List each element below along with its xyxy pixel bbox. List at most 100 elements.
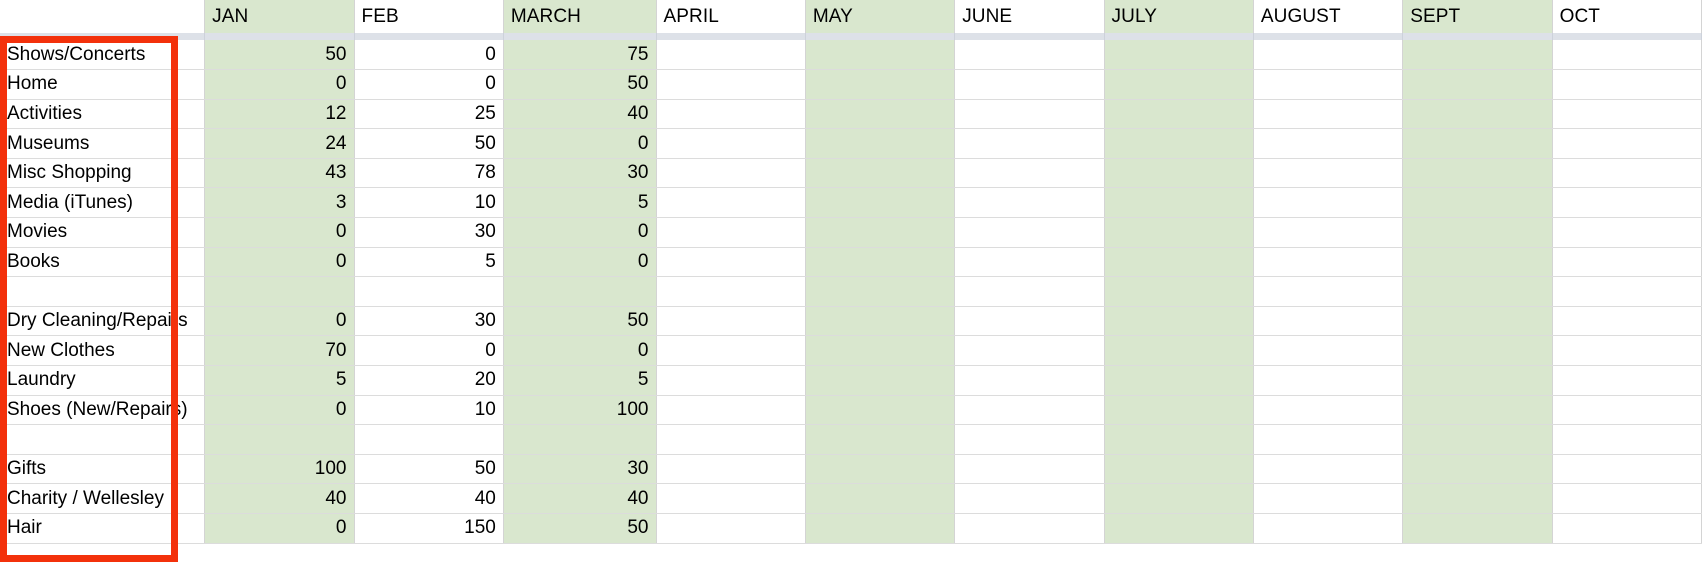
row-label[interactable]: Laundry (0, 365, 206, 396)
cell-jan[interactable]: 24 (204, 128, 355, 159)
cell-july[interactable] (1104, 158, 1254, 189)
column-header-june[interactable]: JUNE (954, 0, 1105, 33)
cell-feb[interactable]: 30 (354, 306, 504, 337)
cell-april[interactable] (656, 483, 806, 514)
cell-june[interactable] (954, 424, 1105, 455)
cell-august[interactable] (1253, 454, 1404, 485)
cell-feb[interactable]: 5 (354, 247, 504, 278)
cell-sept[interactable] (1402, 247, 1553, 278)
table-row[interactable]: Hair 0 150 50 (0, 513, 1702, 544)
cell-feb[interactable]: 150 (354, 513, 504, 544)
row-label[interactable]: Museums (0, 128, 206, 159)
cell-jan[interactable] (204, 424, 355, 455)
cell-jan[interactable]: 12 (204, 99, 355, 130)
cell-july[interactable] (1104, 454, 1254, 485)
cell-sept[interactable] (1402, 365, 1553, 396)
cell-march[interactable]: 5 (503, 365, 657, 396)
cell-jan[interactable]: 0 (204, 69, 355, 100)
cell-april[interactable] (656, 395, 806, 426)
cell-march[interactable]: 0 (503, 247, 657, 278)
cell-may[interactable] (805, 276, 956, 307)
row-label[interactable]: Hair (0, 513, 206, 544)
cell-oct[interactable] (1552, 69, 1702, 100)
cell-august[interactable] (1253, 395, 1404, 426)
cell-may[interactable] (805, 513, 956, 544)
cell-oct[interactable] (1552, 365, 1702, 396)
cell-march[interactable]: 100 (503, 395, 657, 426)
table-row[interactable]: Movies 0 30 0 (0, 217, 1702, 248)
cell-may[interactable] (805, 247, 956, 278)
cell-may[interactable] (805, 395, 956, 426)
cell-july[interactable] (1104, 247, 1254, 278)
cell-sept[interactable] (1402, 187, 1553, 219)
cell-march[interactable]: 50 (503, 69, 657, 100)
cell-march[interactable] (503, 424, 657, 455)
cell-april[interactable] (656, 40, 806, 71)
cell-august[interactable] (1253, 513, 1404, 544)
cell-july[interactable] (1104, 483, 1254, 514)
cell-oct[interactable] (1552, 99, 1702, 130)
cell-jan[interactable]: 0 (204, 513, 355, 544)
cell-may[interactable] (805, 158, 956, 189)
cell-may[interactable] (805, 335, 956, 367)
cell-jan[interactable]: 3 (204, 187, 355, 219)
cell-july[interactable] (1104, 217, 1254, 248)
cell-june[interactable] (954, 247, 1105, 278)
row-label[interactable]: Media (iTunes) (0, 187, 206, 219)
cell-jan[interactable]: 0 (204, 217, 355, 248)
cell-april[interactable] (656, 69, 806, 100)
cell-sept[interactable] (1402, 217, 1553, 248)
cell-sept[interactable] (1402, 513, 1553, 544)
table-row[interactable]: Media (iTunes) 3 10 5 (0, 187, 1702, 219)
cell-july[interactable] (1104, 69, 1254, 100)
spreadsheet-body[interactable]: Shows/Concerts 50 0 75 Home 0 0 50 Activities 12 2… (0, 40, 1702, 544)
cell-jan[interactable]: 5 (204, 365, 355, 396)
cell-april[interactable] (656, 513, 806, 544)
cell-march[interactable]: 0 (503, 128, 657, 159)
row-label[interactable]: Activities (0, 99, 206, 130)
cell-feb[interactable]: 40 (354, 483, 504, 514)
cell-august[interactable] (1253, 40, 1404, 71)
column-header-july[interactable]: JULY (1104, 0, 1254, 33)
cell-august[interactable] (1253, 247, 1404, 278)
cell-may[interactable] (805, 454, 956, 485)
cell-feb[interactable]: 0 (354, 69, 504, 100)
row-label[interactable]: Misc Shopping (0, 158, 206, 189)
cell-oct[interactable] (1552, 187, 1702, 219)
cell-june[interactable] (954, 306, 1105, 337)
cell-august[interactable] (1253, 306, 1404, 337)
cell-jan[interactable] (204, 276, 355, 307)
cell-july[interactable] (1104, 424, 1254, 455)
table-row[interactable]: Misc Shopping 43 78 30 (0, 158, 1702, 189)
cell-march[interactable]: 0 (503, 335, 657, 367)
cell-april[interactable] (656, 99, 806, 130)
cell-may[interactable] (805, 69, 956, 100)
cell-jan[interactable]: 50 (204, 40, 355, 71)
row-label[interactable]: New Clothes (0, 335, 206, 367)
table-row[interactable]: New Clothes 70 0 0 (0, 335, 1702, 367)
cell-april[interactable] (656, 128, 806, 159)
cell-oct[interactable] (1552, 335, 1702, 367)
cell-august[interactable] (1253, 99, 1404, 130)
column-header-august[interactable]: AUGUST (1253, 0, 1404, 33)
cell-june[interactable] (954, 365, 1105, 396)
table-row[interactable]: Shows/Concerts 50 0 75 (0, 40, 1702, 71)
cell-august[interactable] (1253, 335, 1404, 367)
cell-april[interactable] (656, 217, 806, 248)
cell-june[interactable] (954, 513, 1105, 544)
cell-feb[interactable]: 20 (354, 365, 504, 396)
cell-june[interactable] (954, 335, 1105, 367)
cell-sept[interactable] (1402, 276, 1553, 307)
row-label[interactable]: Charity / Wellesley (0, 483, 206, 514)
cell-august[interactable] (1253, 217, 1404, 248)
cell-april[interactable] (656, 424, 806, 455)
cell-july[interactable] (1104, 365, 1254, 396)
cell-april[interactable] (656, 276, 806, 307)
cell-sept[interactable] (1402, 454, 1553, 485)
cell-march[interactable] (503, 276, 657, 307)
cell-feb[interactable]: 0 (354, 40, 504, 71)
cell-august[interactable] (1253, 276, 1404, 307)
column-header-march[interactable]: MARCH (503, 0, 657, 33)
spacer-row[interactable] (0, 424, 1702, 455)
cell-march[interactable]: 5 (503, 187, 657, 219)
